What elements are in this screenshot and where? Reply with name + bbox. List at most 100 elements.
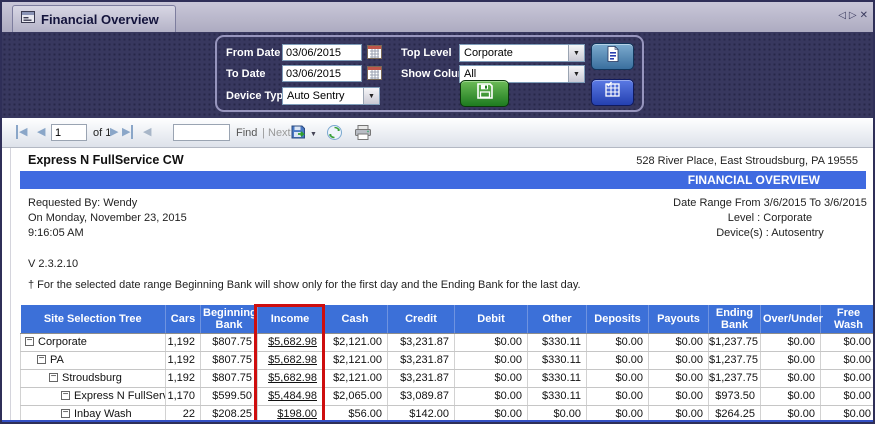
- find-button[interactable]: Find: [236, 127, 257, 139]
- page-count-label: of 1: [93, 127, 111, 139]
- value-cell: $0.00: [761, 369, 821, 387]
- value-cell: $0.00: [761, 351, 821, 369]
- value-cell: $330.11: [528, 387, 587, 405]
- income-link[interactable]: $5,682.98: [258, 351, 323, 369]
- column-header: Cash: [323, 305, 388, 333]
- value-cell: $807.75: [201, 351, 258, 369]
- requested-by: Requested By: Wendy: [28, 196, 187, 211]
- tab-scroll-left-icon[interactable]: ◁: [838, 10, 849, 21]
- device-type-select[interactable]: Auto Sentry ▼: [282, 87, 380, 105]
- to-date-label: To Date: [226, 68, 266, 80]
- site-cell: −PA: [21, 351, 166, 369]
- from-date-input[interactable]: [282, 44, 362, 61]
- value-cell: $0.00: [455, 387, 528, 405]
- tab-label: Financial Overview: [41, 12, 159, 27]
- column-header: Credit: [388, 305, 455, 333]
- value-cell: $0.00: [587, 351, 649, 369]
- page-number-input[interactable]: [51, 124, 87, 141]
- column-header: Cars: [166, 305, 201, 333]
- value-cell: $1,237.75: [709, 369, 761, 387]
- value-cell: $973.50: [709, 387, 761, 405]
- refresh-icon[interactable]: [326, 124, 343, 146]
- print-icon[interactable]: [354, 124, 372, 146]
- column-header: Income: [258, 305, 323, 333]
- find-text-input[interactable]: [173, 124, 230, 141]
- chevron-down-icon: ▼: [363, 88, 379, 104]
- value-cell: $0.00: [649, 387, 709, 405]
- next-page-icon[interactable]: ▶: [110, 125, 118, 139]
- value-cell: $807.75: [201, 333, 258, 351]
- value-cell: $2,121.00: [323, 369, 388, 387]
- value-cell: $0.00: [821, 333, 875, 351]
- value-cell: 1,170: [166, 387, 201, 405]
- column-header: Payouts: [649, 305, 709, 333]
- site-cell: −Express N FullService CW: [21, 387, 166, 405]
- value-cell: $2,121.00: [323, 351, 388, 369]
- value-cell: $0.00: [821, 369, 875, 387]
- value-cell: $2,065.00: [323, 387, 388, 405]
- income-link[interactable]: $5,682.98: [258, 369, 323, 387]
- collapse-icon[interactable]: −: [61, 409, 70, 418]
- value-cell: $3,231.87: [388, 351, 455, 369]
- table-row: −Corporate1,192$807.75$5,682.98$2,121.00…: [21, 333, 875, 351]
- value-cell: 1,192: [166, 333, 201, 351]
- site-label: Inbay Wash: [74, 408, 132, 420]
- tab-scroller: ◁▷✕: [838, 10, 871, 21]
- report-toolbar: ◀ ◀ of 1 ▶ ▶ ◀ Find | Next ▼: [2, 118, 873, 148]
- value-cell: $599.50: [201, 387, 258, 405]
- tab-close-icon[interactable]: ✕: [860, 10, 871, 21]
- export-caret-icon[interactable]: ▼: [310, 128, 317, 142]
- column-header: Debit: [455, 305, 528, 333]
- export-icon[interactable]: [290, 124, 307, 146]
- value-cell: 1,192: [166, 369, 201, 387]
- document-icon: [604, 45, 622, 68]
- tab-bar: Financial Overview ◁▷✕: [2, 2, 873, 32]
- column-header: Beginning Bank: [201, 305, 258, 333]
- value-cell: $3,231.87: [388, 369, 455, 387]
- report-body: Express N FullService CW 528 River Place…: [2, 148, 873, 422]
- value-cell: $0.00: [455, 351, 528, 369]
- first-page-icon[interactable]: ◀: [16, 125, 27, 139]
- collapse-icon[interactable]: −: [61, 391, 70, 400]
- table-row: −PA1,192$807.75$5,682.98$2,121.00$3,231.…: [21, 351, 875, 369]
- show-columns-value: All: [460, 68, 568, 80]
- level: Level : Corporate: [630, 211, 875, 226]
- table-row: −Express N FullService CW1,170$599.50$5,…: [21, 387, 875, 405]
- income-link[interactable]: $5,682.98: [258, 333, 323, 351]
- company-address: 528 River Place, East Stroudsburg, PA 19…: [636, 155, 858, 167]
- devices: Device(s) : Autosentry: [630, 226, 875, 241]
- tab-financial-overview[interactable]: Financial Overview: [12, 5, 176, 32]
- grid-view-button[interactable]: [591, 79, 634, 106]
- value-cell: $0.00: [649, 369, 709, 387]
- collapse-icon[interactable]: −: [37, 355, 46, 364]
- back-to-parent-icon[interactable]: ◀: [143, 125, 151, 139]
- value-cell: $1,237.75: [709, 351, 761, 369]
- collapse-icon[interactable]: −: [49, 373, 58, 382]
- income-link[interactable]: $5,484.98: [258, 387, 323, 405]
- top-level-label: Top Level: [401, 47, 452, 59]
- to-date-calendar-icon[interactable]: [367, 66, 382, 80]
- column-header: Site Selection Tree: [21, 305, 166, 333]
- company-name: Express N FullService CW: [28, 153, 184, 167]
- collapse-icon[interactable]: −: [25, 337, 34, 346]
- table-row: −Stroudsburg1,192$807.75$5,682.98$2,121.…: [21, 369, 875, 387]
- find-next-button[interactable]: Next: [268, 127, 291, 139]
- site-label: Stroudsburg: [62, 372, 122, 384]
- request-info: Requested By: Wendy On Monday, November …: [28, 196, 187, 241]
- last-page-icon[interactable]: ▶: [122, 125, 133, 139]
- tab-scroll-right-icon[interactable]: ▷: [849, 10, 860, 21]
- range-info: Date Range From 3/6/2015 To 3/6/2015 Lev…: [630, 196, 875, 241]
- to-date-input[interactable]: [282, 65, 362, 82]
- top-level-select[interactable]: Corporate ▼: [459, 44, 585, 62]
- site-label: PA: [50, 354, 64, 366]
- date-range: Date Range From 3/6/2015 To 3/6/2015: [630, 196, 875, 211]
- from-date-label: From Date: [226, 47, 280, 59]
- save-button[interactable]: [460, 80, 509, 107]
- from-date-calendar-icon[interactable]: [367, 45, 382, 59]
- report-view-button[interactable]: [591, 43, 634, 70]
- version-label: V 2.3.2.10: [28, 258, 78, 270]
- column-header: Over/Under: [761, 305, 821, 333]
- value-cell: $0.00: [587, 387, 649, 405]
- value-cell: $330.11: [528, 351, 587, 369]
- prev-page-icon[interactable]: ◀: [37, 125, 45, 139]
